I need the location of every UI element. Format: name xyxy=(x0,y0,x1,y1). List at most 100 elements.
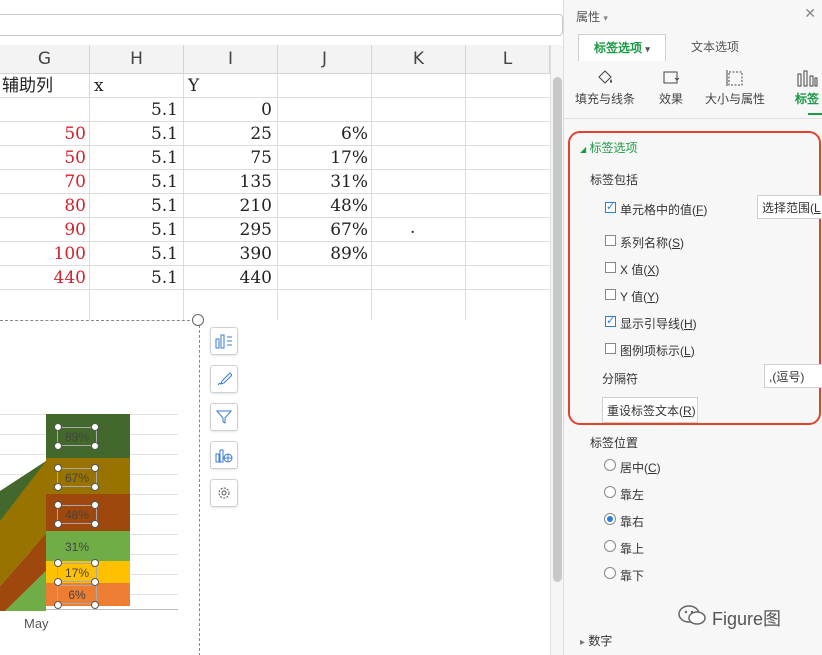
option-legend-key-label[interactable]: 图例项标示(L) xyxy=(620,342,695,359)
radio-center[interactable] xyxy=(604,459,616,471)
cell-g[interactable]: 80 xyxy=(0,194,86,218)
data-label-6[interactable]: 6% xyxy=(57,585,97,604)
selection-handle[interactable] xyxy=(54,601,62,609)
formula-bar[interactable] xyxy=(0,14,563,36)
select-range-button[interactable]: 选择范围(L xyxy=(757,195,822,219)
section-number[interactable]: ▸ 数字 xyxy=(580,632,612,649)
selection-handle[interactable] xyxy=(54,559,62,567)
selection-handle[interactable] xyxy=(91,464,99,472)
selection-handle[interactable] xyxy=(54,520,62,528)
position-center-label[interactable]: 居中(C) xyxy=(620,459,661,476)
subtab-fill-line[interactable]: 填充与线条 xyxy=(570,66,640,107)
cell-i-header[interactable]: Y xyxy=(188,74,199,98)
data-label-31[interactable]: 31% xyxy=(57,537,97,556)
subtab-labels[interactable]: 标签 xyxy=(792,66,822,107)
cell-j[interactable]: 89% xyxy=(278,242,368,266)
selection-handle[interactable] xyxy=(91,483,99,491)
cell-j[interactable]: 31% xyxy=(278,170,368,194)
column-header-h[interactable]: H xyxy=(90,45,184,73)
selection-handle[interactable] xyxy=(91,423,99,431)
cell-g-header[interactable]: 辅助列 xyxy=(2,74,53,98)
checkbox-leader-lines[interactable] xyxy=(605,314,616,327)
cell-i[interactable]: 75 xyxy=(184,146,272,170)
cell-j[interactable]: 6% xyxy=(278,122,368,146)
column-header-k[interactable]: K xyxy=(372,45,466,73)
checkbox-legend-key[interactable] xyxy=(605,343,616,354)
option-y-value-label[interactable]: Y 值(Y) xyxy=(620,288,659,305)
cell-i[interactable]: 210 xyxy=(184,194,272,218)
position-above-label[interactable]: 靠上 xyxy=(620,540,644,557)
selection-handle[interactable] xyxy=(91,559,99,567)
separator-select[interactable]: ,(逗号) xyxy=(764,364,822,388)
cell-i[interactable]: 0 xyxy=(184,98,272,122)
chart-elements-icon[interactable] xyxy=(210,327,238,355)
column-header-l[interactable]: L xyxy=(466,45,550,73)
position-left-label[interactable]: 靠左 xyxy=(620,486,644,503)
selection-handle[interactable] xyxy=(54,578,62,586)
cell-g[interactable]: 50 xyxy=(0,146,86,170)
selection-handle[interactable] xyxy=(54,501,62,509)
checkbox-y-value[interactable] xyxy=(605,289,616,300)
cell-h[interactable]: 5.1 xyxy=(90,170,178,194)
cell-h[interactable]: 5.1 xyxy=(90,98,178,122)
scrollbar-thumb[interactable] xyxy=(553,77,562,582)
checkbox-x-value[interactable] xyxy=(605,262,616,273)
cell-h-header[interactable]: x xyxy=(94,74,104,98)
option-leader-lines-label[interactable]: 显示引导线(H) xyxy=(620,315,697,332)
selection-handle[interactable] xyxy=(54,423,62,431)
option-series-name-label[interactable]: 系列名称(S) xyxy=(620,234,684,251)
cell-i[interactable]: 295 xyxy=(184,218,272,242)
selection-handle[interactable] xyxy=(91,601,99,609)
selection-handle[interactable] xyxy=(54,483,62,491)
cell-g[interactable]: 70 xyxy=(0,170,86,194)
selection-handle[interactable] xyxy=(54,442,62,450)
cell-h[interactable]: 5.1 xyxy=(90,146,178,170)
radio-below[interactable] xyxy=(604,567,616,579)
checkbox-cell-value[interactable] xyxy=(605,200,616,213)
checkbox-series-name[interactable] xyxy=(605,235,616,246)
chart-style-icon[interactable] xyxy=(210,365,238,393)
subtab-effects[interactable]: 效果 xyxy=(641,66,701,107)
cell-i[interactable]: 390 xyxy=(184,242,272,266)
cell-i[interactable]: 135 xyxy=(184,170,272,194)
cell-g[interactable]: 90 xyxy=(0,218,86,242)
selection-handle[interactable] xyxy=(91,442,99,450)
chart-resize-handle[interactable] xyxy=(192,314,204,326)
cell-j[interactable]: 17% xyxy=(278,146,368,170)
option-cell-value-label[interactable]: 单元格中的值(F) xyxy=(620,201,707,218)
selection-handle[interactable] xyxy=(91,520,99,528)
chart-settings-icon[interactable] xyxy=(210,479,238,507)
reset-label-text-button[interactable]: 重设标签文本(R) xyxy=(602,397,698,423)
cell-j[interactable]: 67% xyxy=(278,218,368,242)
radio-above[interactable] xyxy=(604,540,616,552)
cell-g[interactable]: 100 xyxy=(0,242,86,266)
column-header-j[interactable]: J xyxy=(278,45,372,73)
close-icon[interactable]: ✕ xyxy=(804,5,816,22)
cell-g[interactable]: 440 xyxy=(0,266,86,290)
cell-h[interactable]: 5.1 xyxy=(90,218,178,242)
selection-handle[interactable] xyxy=(54,464,62,472)
chart-object[interactable]: 89% 67% 48% 31% 17% 6% xyxy=(0,320,200,655)
cell-i[interactable]: 25 xyxy=(184,122,272,146)
column-header-i[interactable]: I xyxy=(184,45,278,73)
chart-filter-icon[interactable] xyxy=(210,403,238,431)
position-right-label[interactable]: 靠右 xyxy=(620,513,644,530)
cell-g[interactable]: 50 xyxy=(0,122,86,146)
option-x-value-label[interactable]: X 值(X) xyxy=(620,261,659,278)
tab-text-options[interactable]: 文本选项 xyxy=(679,34,751,60)
selection-handle[interactable] xyxy=(91,578,99,586)
radio-left[interactable] xyxy=(604,486,616,498)
radio-right[interactable] xyxy=(604,513,616,525)
tab-label-options[interactable]: 标签选项 ▾ xyxy=(578,34,666,61)
cell-h[interactable]: 5.1 xyxy=(90,266,178,290)
subtab-size-properties[interactable]: 大小与属性 xyxy=(700,66,770,107)
column-header-g[interactable]: G xyxy=(0,45,90,73)
position-below-label[interactable]: 靠下 xyxy=(620,567,644,584)
cell-h[interactable]: 5.1 xyxy=(90,122,178,146)
chart-layout-icon[interactable] xyxy=(210,441,238,469)
cell-h[interactable]: 5.1 xyxy=(90,194,178,218)
cell-j[interactable]: 48% xyxy=(278,194,368,218)
selection-handle[interactable] xyxy=(91,501,99,509)
panel-title[interactable]: 属性 ▾ xyxy=(576,8,608,25)
vertical-scrollbar[interactable] xyxy=(550,45,563,655)
